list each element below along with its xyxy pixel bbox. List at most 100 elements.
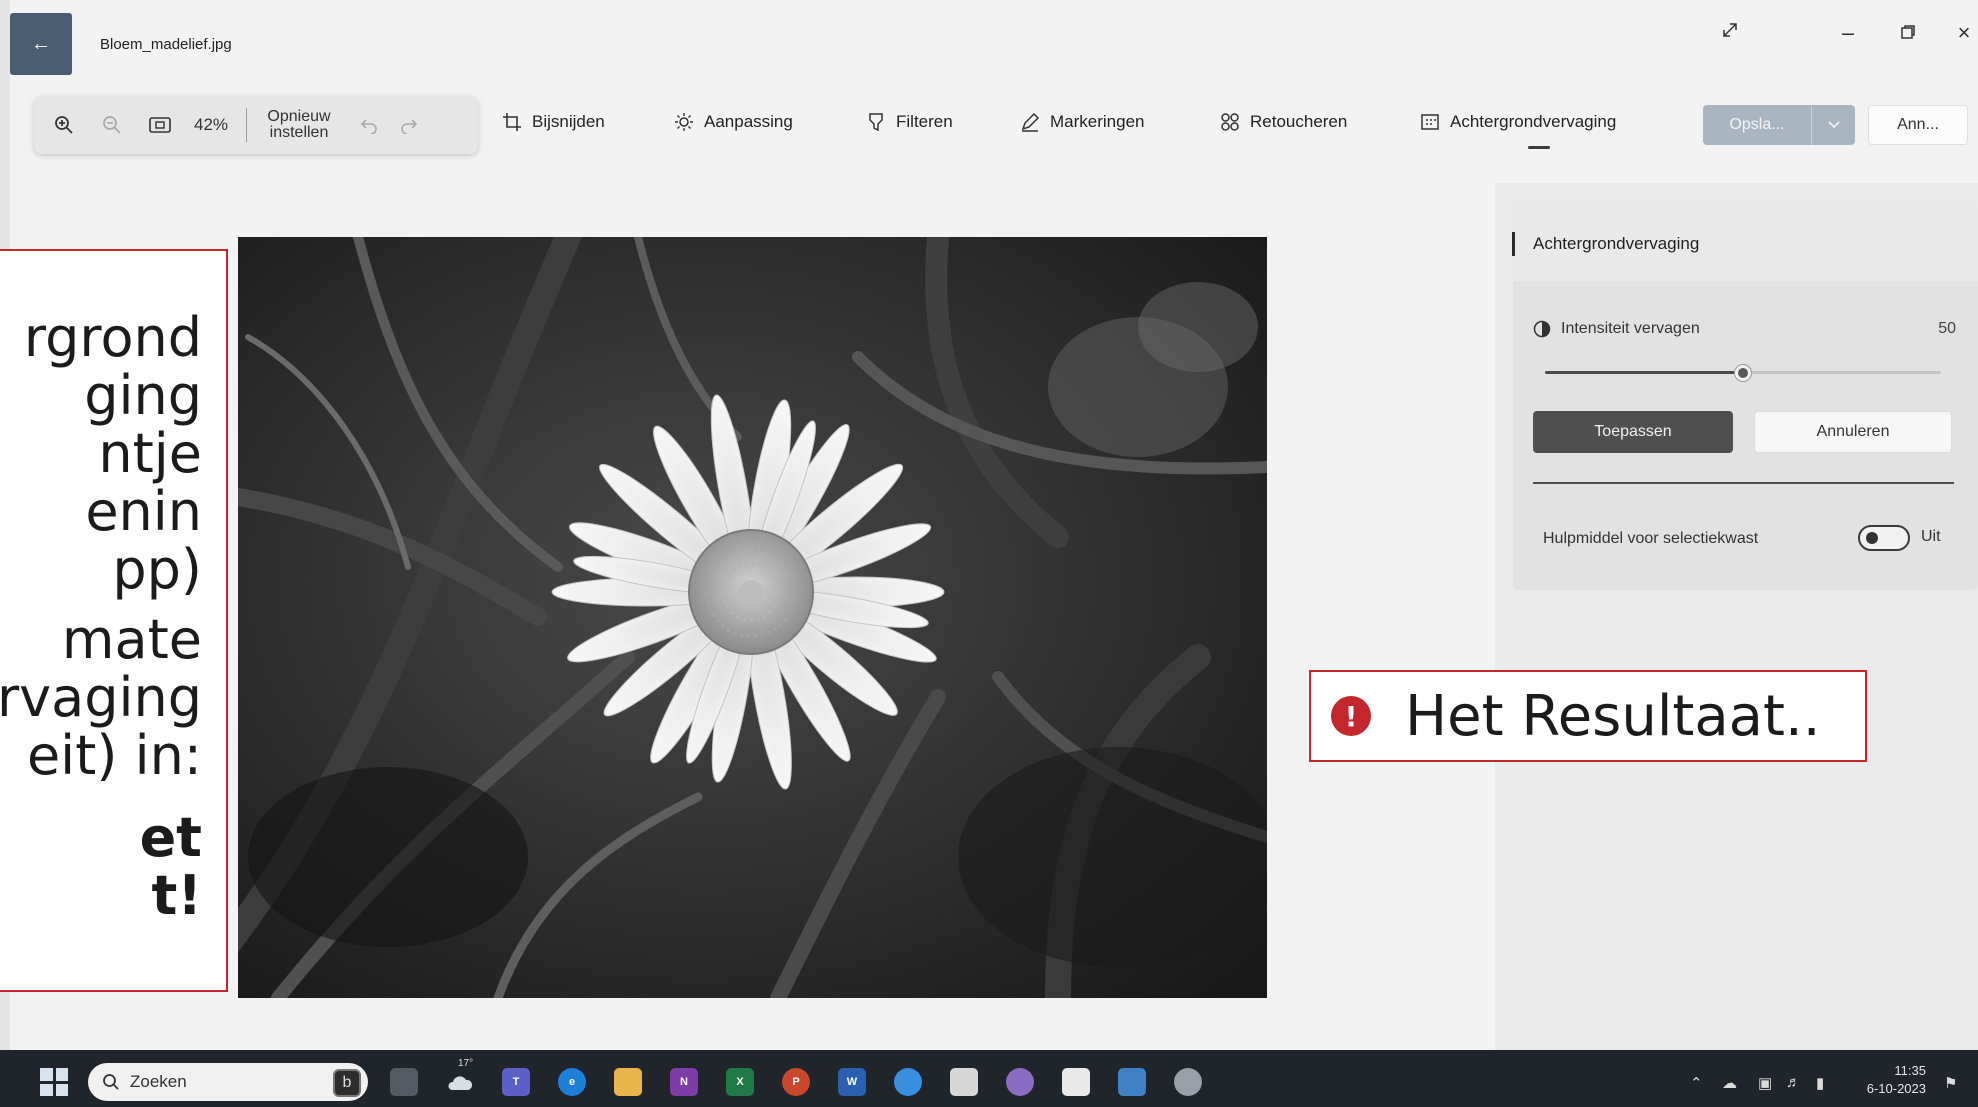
panel-cancel-button[interactable]: Annuleren xyxy=(1754,411,1952,453)
snipping-tool-icon[interactable] xyxy=(1062,1068,1090,1096)
notepad-icon[interactable] xyxy=(950,1068,978,1096)
display-icon[interactable]: ▣ xyxy=(1758,1074,1772,1092)
settings-icon[interactable] xyxy=(1174,1068,1202,1096)
intensity-label: Intensiteit vervagen xyxy=(1561,320,1700,337)
tool-label: Bijsnijden xyxy=(532,112,605,131)
expand-icon xyxy=(1723,23,1737,37)
daisy-photo xyxy=(238,237,1267,998)
selection-brush-toggle[interactable] xyxy=(1858,525,1910,551)
tool-label: Achtergrondvervaging xyxy=(1450,112,1617,131)
onedrive-tray-icon[interactable]: ☁ xyxy=(1722,1074,1737,1092)
filter-icon xyxy=(869,113,883,132)
slider-fill xyxy=(1545,371,1743,374)
tool-filteren[interactable]: Filteren xyxy=(866,112,953,132)
tool-label: Filteren xyxy=(896,112,953,131)
task-view-icon[interactable] xyxy=(390,1068,418,1096)
slider-thumb[interactable] xyxy=(1735,365,1751,381)
result-text: Het Resultaat.. xyxy=(1405,683,1821,749)
powerpoint-icon[interactable]: P xyxy=(782,1068,810,1096)
weather-temperature: 17° xyxy=(458,1058,474,1069)
fit-window-icon xyxy=(149,117,171,133)
pen-icon xyxy=(1021,112,1040,132)
instruction-callout: rgrond ging ntje enin pp) mate rvaging e… xyxy=(0,249,228,992)
tool-label: Retoucheren xyxy=(1250,112,1348,131)
apply-button[interactable]: Toepassen xyxy=(1533,411,1733,453)
undo-icon xyxy=(360,119,377,134)
date: 6-10-2023 xyxy=(1866,1081,1926,1096)
clock[interactable]: 11:35 6-10-2023 xyxy=(1846,1062,1926,1098)
search-icon xyxy=(103,1074,119,1090)
cancel-button[interactable]: Ann... xyxy=(1868,105,1968,145)
chevron-up-icon[interactable]: ⌃ xyxy=(1690,1074,1703,1092)
edge-icon[interactable]: e xyxy=(558,1068,586,1096)
retouch-icon xyxy=(1221,113,1239,131)
windows-start-icon[interactable] xyxy=(40,1068,68,1096)
minimize-button[interactable]: – xyxy=(1828,20,1868,46)
notification-icon[interactable]: ⚑ xyxy=(1944,1074,1957,1092)
intensity-slider[interactable] xyxy=(1545,365,1941,381)
toggle-state-label: Uit xyxy=(1921,528,1941,545)
panel-divider xyxy=(1533,482,1954,484)
photos-icon[interactable] xyxy=(1118,1068,1146,1096)
callout-line: et xyxy=(139,806,202,869)
tool-achtergrondvervaging[interactable]: Achtergrondvervaging xyxy=(1420,112,1616,132)
save-label: Opsla... xyxy=(1729,116,1785,133)
callout-line: eit) in: xyxy=(26,724,202,787)
close-icon: × xyxy=(1957,20,1971,45)
background-blur-icon xyxy=(1421,114,1439,130)
panel-accent-bar xyxy=(1512,232,1515,256)
tool-label: Markeringen xyxy=(1050,112,1145,131)
battery-icon[interactable]: ▮ xyxy=(1816,1074,1824,1092)
chevron-down-icon[interactable] xyxy=(1811,105,1855,145)
callout-line: ntje xyxy=(98,422,202,485)
callout-line: mate xyxy=(61,608,202,671)
fit-to-window-button[interactable] xyxy=(142,107,178,143)
brightness-icon xyxy=(675,113,693,131)
redo-button[interactable] xyxy=(391,107,427,143)
teams-icon[interactable]: T xyxy=(502,1068,530,1096)
bing-icon[interactable]: b xyxy=(333,1069,361,1097)
time: 11:35 xyxy=(1894,1063,1926,1078)
taskbar-search[interactable]: Zoeken xyxy=(88,1063,368,1101)
zoom-in-button[interactable] xyxy=(46,107,82,143)
zoom-out-icon xyxy=(103,116,121,134)
zoom-controls: 42% Opnieuw instellen xyxy=(34,96,478,154)
tool-retoucheren[interactable]: Retoucheren xyxy=(1220,112,1347,132)
undo-button[interactable] xyxy=(351,107,387,143)
back-button[interactable]: ← xyxy=(10,13,72,75)
window-title: Bloem_madelief.jpg xyxy=(100,36,232,53)
excel-icon[interactable]: X xyxy=(726,1068,754,1096)
save-button[interactable]: Opsla... xyxy=(1703,105,1855,145)
callout-line: enin xyxy=(85,480,202,543)
zoom-in-icon xyxy=(55,116,73,134)
callout-line: t! xyxy=(151,864,202,927)
intensity-row: Intensiteit vervagen xyxy=(1533,320,1700,338)
volume-icon[interactable]: ♬ xyxy=(1786,1074,1801,1091)
file-explorer-icon[interactable] xyxy=(614,1068,642,1096)
redo-icon xyxy=(401,119,418,134)
contrast-icon xyxy=(1533,320,1551,338)
minimize-icon: – xyxy=(1841,20,1855,45)
paint-icon[interactable] xyxy=(1006,1068,1034,1096)
close-button[interactable]: × xyxy=(1944,20,1978,46)
tool-markeringen[interactable]: Markeringen xyxy=(1020,112,1145,132)
onenote-icon[interactable]: N xyxy=(670,1068,698,1096)
weather-icon[interactable] xyxy=(446,1068,474,1096)
active-tool-indicator xyxy=(1528,146,1550,149)
callout-line: pp) xyxy=(112,538,202,601)
tool-bijsnijden[interactable]: Bijsnijden xyxy=(502,112,605,132)
back-arrow-icon: ← xyxy=(31,32,51,55)
onedrive-icon[interactable] xyxy=(894,1068,922,1096)
expand-button[interactable] xyxy=(1710,20,1750,46)
callout-line: rvaging xyxy=(0,666,202,729)
tool-aanpassing[interactable]: Aanpassing xyxy=(674,112,793,132)
zoom-out-button[interactable] xyxy=(94,107,130,143)
exclamation-icon: ! xyxy=(1331,696,1371,736)
intensity-value: 50 xyxy=(1938,320,1956,337)
callout-line: ging xyxy=(84,364,202,427)
word-icon[interactable]: W xyxy=(838,1068,866,1096)
reset-button[interactable]: Opnieuw instellen xyxy=(261,109,337,141)
maximize-button[interactable] xyxy=(1888,20,1928,46)
toggle-knob xyxy=(1866,532,1878,544)
tool-label: Aanpassing xyxy=(704,112,793,131)
